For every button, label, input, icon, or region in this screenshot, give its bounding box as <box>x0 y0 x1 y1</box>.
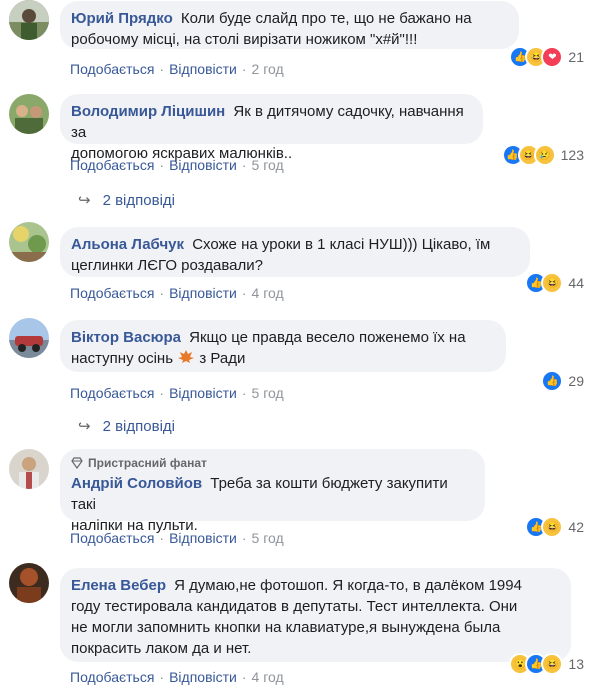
comment-text-line-2: наступну осінь <box>71 350 174 367</box>
reactions-summary[interactable]: 👍 😆 42 <box>525 516 584 538</box>
reply-link[interactable]: Відповісти <box>169 285 237 301</box>
comment-text-line-2: робочому місці, на столі вирізати ножико… <box>71 31 418 48</box>
reply-arrow-icon: ↪ <box>78 418 91 435</box>
reactions-summary[interactable]: 👍 29 <box>541 370 584 392</box>
like-link[interactable]: Подобається <box>70 385 154 401</box>
comment-time[interactable]: 5 год <box>252 530 284 546</box>
fan-badge: Пристрасний фанат <box>71 456 473 470</box>
replies-count[interactable]: 2 відповіді <box>103 417 175 437</box>
reaction-count: 44 <box>568 275 584 291</box>
reaction-count: 123 <box>560 147 584 163</box>
love-reaction-icon: ❤ <box>541 46 564 68</box>
reply-link[interactable]: Відповісти <box>169 385 237 401</box>
reply-link[interactable]: Відповісти <box>169 530 237 546</box>
comment-text-line-2: цеглинки ЛЄГО роздавали? <box>71 257 263 274</box>
reply-arrow-icon: ↪ <box>78 192 91 209</box>
like-reaction-icon: 👍 <box>541 370 564 392</box>
reply-link[interactable]: Відповісти <box>169 669 237 685</box>
comment-text-line-4: покрасить лаком да и нет. <box>71 640 252 657</box>
avatar-image <box>9 318 49 358</box>
reactions-summary[interactable]: 👍 😆 44 <box>525 272 584 294</box>
comment-time[interactable]: 2 год <box>252 61 284 77</box>
reactions-summary[interactable]: 👍 😆 ❤ 21 <box>509 46 584 68</box>
like-link[interactable]: Подобається <box>70 669 154 685</box>
comment-bubble: Пристрасний фанат Андрій Соловйов Треба … <box>60 449 485 534</box>
sad-reaction-icon: 😢 <box>533 144 556 166</box>
haha-reaction-icon: 😆 <box>541 272 564 294</box>
reply-link[interactable]: Відповісти <box>169 157 237 173</box>
avatar-image <box>9 222 49 262</box>
avatar-image <box>9 449 49 489</box>
comment-actions: Подобається · Відповісти · 5 год <box>70 530 284 546</box>
comment-bubble: Віктор Васюра Якщо це правда весело поже… <box>60 320 506 372</box>
comment-time[interactable]: 4 год <box>252 285 284 301</box>
comment-text-line-2: году тестировала кандидатов в депутаты. … <box>71 598 518 615</box>
reactions-summary[interactable]: 👍 😆 😢 123 <box>501 144 584 166</box>
like-link[interactable]: Подобається <box>70 530 154 546</box>
badge-label: Пристрасний фанат <box>88 456 207 470</box>
comment-text-line-3: не могли запомнить кнопки на клавиатуре,… <box>71 619 501 636</box>
haha-reaction-icon: 😆 <box>541 516 564 538</box>
comment-author[interactable]: Юрий Прядко <box>71 10 173 27</box>
haha-reaction-icon: 😆 <box>541 653 564 675</box>
reaction-count: 42 <box>568 519 584 535</box>
comment-actions: Подобається · Відповісти · 5 год <box>70 385 284 401</box>
comment-text-line-1: Коли буде слайд про те, що не бажано на <box>180 10 472 27</box>
reactions-summary[interactable]: 😮 👍 😆 13 <box>509 653 584 675</box>
comment-author[interactable]: Віктор Васюра <box>71 329 181 346</box>
comment-bubble: Елена Вебер Я думаю,не фотошоп. Я когда-… <box>60 568 571 662</box>
avatar[interactable] <box>9 449 49 489</box>
comment-text-line-3: з Ради <box>199 350 246 367</box>
avatar-image <box>9 563 49 603</box>
reaction-count: 13 <box>568 656 584 672</box>
avatar-image <box>9 94 49 134</box>
like-link[interactable]: Подобається <box>70 157 154 173</box>
comment-actions: Подобається · Відповісти · 2 год <box>70 61 284 77</box>
like-link[interactable]: Подобається <box>70 61 154 77</box>
maple-leaf-icon <box>178 350 195 363</box>
comment-bubble: Альона Лабчук Схоже на уроки в 1 класі Н… <box>60 227 530 277</box>
avatar[interactable] <box>9 222 49 262</box>
reaction-count: 29 <box>568 373 584 389</box>
comment-author[interactable]: Андрій Соловйов <box>71 475 202 492</box>
comment-text-line-1: Я думаю,не фотошоп. Я когда-то, в далёко… <box>174 577 522 594</box>
avatar[interactable] <box>9 318 49 358</box>
comment-author[interactable]: Елена Вебер <box>71 577 166 594</box>
reply-link[interactable]: Відповісти <box>169 61 237 77</box>
reaction-count: 21 <box>568 49 584 65</box>
comment-bubble: Юрий Прядко Коли буде слайд про те, що н… <box>60 1 519 49</box>
comment-author[interactable]: Альона Лабчук <box>71 236 184 253</box>
comment-actions: Подобається · Відповісти · 4 год <box>70 669 284 685</box>
view-replies-link[interactable]: ↪ 2 відповіді <box>78 417 175 437</box>
avatar[interactable] <box>9 94 49 134</box>
view-replies-link[interactable]: ↪ 2 відповіді <box>78 191 175 211</box>
comment-time[interactable]: 5 год <box>252 385 284 401</box>
comment-text-line-1: Схоже на уроки в 1 класі НУШ))) Цікаво, … <box>192 236 491 253</box>
avatar[interactable] <box>9 563 49 603</box>
comment-actions: Подобається · Відповісти · 4 год <box>70 285 284 301</box>
comment-time[interactable]: 5 год <box>252 157 284 173</box>
diamond-icon <box>71 457 83 469</box>
like-link[interactable]: Подобається <box>70 285 154 301</box>
comment-time[interactable]: 4 год <box>252 669 284 685</box>
comment-text-line-1: Якщо це правда весело поженемо їх на <box>189 329 466 346</box>
avatar-image <box>9 0 49 40</box>
comment-actions: Подобається · Відповісти · 5 год <box>70 157 284 173</box>
comment-author[interactable]: Володимир Ліцишин <box>71 103 225 120</box>
avatar[interactable] <box>9 0 49 40</box>
replies-count[interactable]: 2 відповіді <box>103 191 175 211</box>
comment-bubble: Володимир Ліцишин Як в дитячому садочку,… <box>60 94 483 162</box>
